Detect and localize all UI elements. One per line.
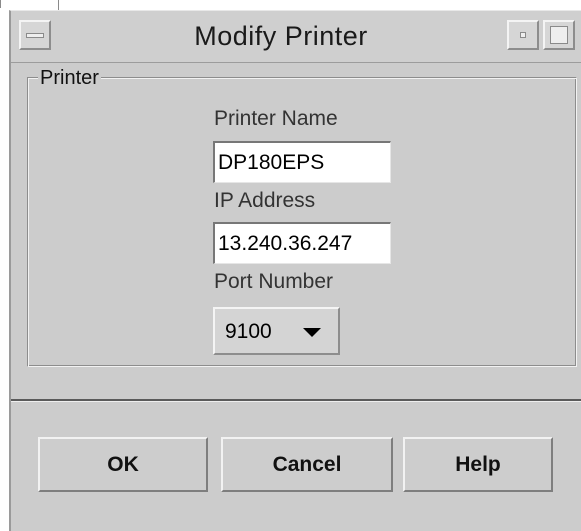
port-number-value: 9100 — [225, 320, 272, 343]
button-separator — [11, 399, 581, 402]
maximize-icon — [550, 26, 568, 44]
printer-name-input[interactable]: DP180EPS — [213, 141, 391, 183]
maximize-button[interactable] — [543, 20, 575, 50]
ip-address-label: IP Address — [214, 189, 316, 212]
ok-button[interactable]: OK — [38, 437, 208, 492]
port-number-label: Port Number — [214, 270, 334, 293]
minimize-button[interactable] — [507, 20, 539, 50]
ip-address-input[interactable]: 13.240.36.247 — [213, 222, 391, 264]
modify-printer-dialog: Modify Printer Printer Printer Name DP18… — [9, 10, 581, 531]
desktop-line — [0, 0, 1, 8]
window-title: Modify Printer — [194, 21, 368, 51]
window-menu-button[interactable] — [19, 20, 51, 50]
window-menu-icon — [26, 33, 44, 38]
printer-name-label: Printer Name — [214, 107, 338, 130]
dropdown-arrow-icon — [303, 328, 321, 337]
port-number-select[interactable]: 9100 — [213, 307, 340, 355]
printer-group-label: Printer — [38, 67, 101, 90]
help-button[interactable]: Help — [403, 437, 553, 492]
cancel-button[interactable]: Cancel — [221, 437, 393, 492]
title-bar[interactable]: Modify Printer — [11, 11, 581, 63]
minimize-icon — [520, 32, 526, 38]
desktop-line — [58, 0, 59, 10]
